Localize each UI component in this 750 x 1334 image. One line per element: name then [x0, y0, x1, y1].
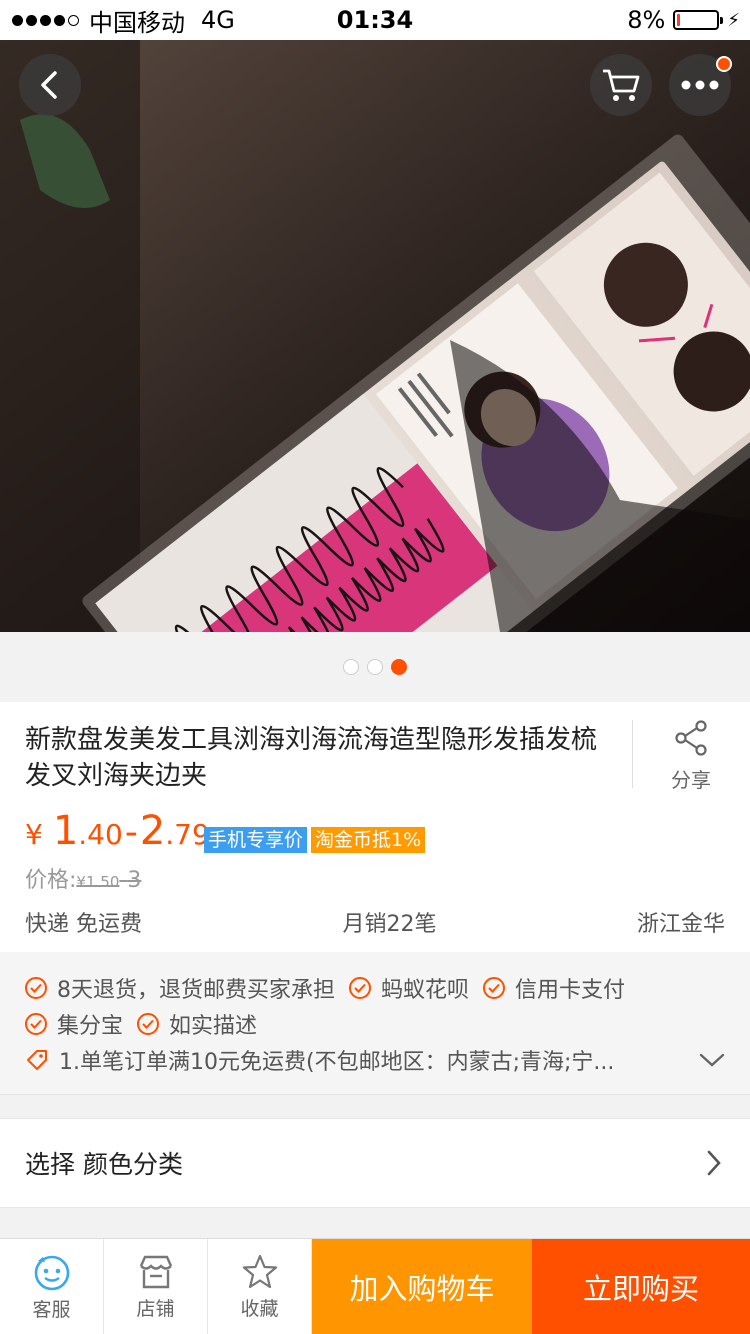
service-jifenbao-label: 集分宝 — [57, 1014, 124, 1039]
original-price-high: 3 — [127, 868, 142, 893]
battery-percent: 8% — [627, 6, 666, 34]
bottom-action-bar: 客服 店铺 收藏 加入购物车 立即购买 — [0, 1238, 750, 1334]
spec-selector[interactable]: 选择 颜色分类 — [0, 1118, 750, 1208]
currency-symbol: ¥ — [25, 818, 43, 851]
battery-indicator: 8% ⚡ — [627, 6, 740, 34]
service-credit-card-label: 信用卡支付 — [515, 978, 626, 1003]
original-price: 价格:¥1.50-3 — [25, 862, 141, 894]
service-item: 集分宝 — [25, 1008, 123, 1040]
taojinbi-tag: 淘金币抵1% — [311, 827, 426, 853]
service-item: 8天退货，退货邮费买家承担 — [25, 972, 335, 1004]
service-item: 如实描述 — [137, 1008, 257, 1040]
monthly-sales: 月销22笔 — [342, 912, 437, 937]
product-image-gallery[interactable] — [0, 40, 750, 632]
price-low-decimal: .40 — [78, 818, 123, 851]
price-low-integer: 1 — [52, 808, 79, 854]
back-arrow-icon — [41, 71, 57, 99]
add-to-cart-button[interactable]: 加入购物车 — [312, 1239, 532, 1334]
service-return-label: 8天退货，退货邮费买家承担 — [57, 978, 335, 1003]
product-photo — [0, 40, 750, 632]
check-circle-icon — [137, 1013, 160, 1035]
check-circle-icon — [25, 977, 47, 999]
price-range: ¥ 1 .40 - 2 .79 — [25, 808, 210, 854]
image-pager — [0, 632, 750, 702]
original-price-value: ¥1.50-3 — [76, 868, 141, 893]
service-row: 8天退货，退货邮费买家承担 蚂蚁花呗 信用卡支付 — [25, 972, 639, 1004]
service-item: 信用卡支付 — [483, 972, 625, 1004]
service-guarantees[interactable]: 8天退货，退货邮费买家承担 蚂蚁花呗 信用卡支付 集分宝 如实描述 1.单笔订单… — [0, 952, 750, 1095]
customer-service-label: 客服 — [32, 1298, 71, 1321]
service-huabei-label: 蚂蚁花呗 — [381, 978, 470, 1003]
promo-row[interactable]: 1.单笔订单满10元免运费(不包邮地区：内蒙古;青海;宁... — [25, 1044, 725, 1076]
shipping-info: 快递 免运费 — [25, 912, 142, 937]
chevron-down-icon[interactable] — [699, 1052, 725, 1068]
pager-dot[interactable] — [343, 659, 359, 675]
original-currency: ¥ — [76, 873, 86, 891]
service-face-icon — [34, 1255, 69, 1290]
share-button[interactable]: 分享 — [650, 720, 732, 793]
more-icon — [681, 80, 719, 90]
original-price-label: 价格: — [25, 868, 77, 893]
cart-button[interactable] — [590, 54, 652, 116]
shop-button[interactable]: 店铺 — [104, 1239, 208, 1334]
share-label: 分享 — [671, 768, 711, 792]
battery-icon — [673, 10, 724, 30]
favorite-button[interactable]: 收藏 — [208, 1239, 312, 1334]
status-bar: 中国移动 4G 01:34 8% ⚡ — [0, 0, 750, 40]
service-item: 蚂蚁花呗 — [349, 972, 469, 1004]
shop-icon — [139, 1255, 172, 1288]
price-separator: - — [124, 812, 138, 853]
check-circle-icon — [25, 1013, 47, 1035]
check-circle-icon — [349, 977, 371, 999]
price-high-integer: 2 — [139, 808, 166, 854]
divider — [632, 720, 633, 788]
buy-now-button[interactable]: 立即购买 — [532, 1239, 750, 1334]
favorite-label: 收藏 — [240, 1297, 279, 1320]
original-price-low: 1.50 — [85, 873, 120, 891]
ship-from-location: 浙江金华 — [636, 912, 725, 937]
shop-label: 店铺 — [136, 1297, 175, 1320]
star-icon — [242, 1254, 277, 1288]
charging-bolt-icon: ⚡ — [727, 9, 740, 31]
pager-dot[interactable] — [367, 659, 383, 675]
cart-icon — [603, 69, 640, 101]
check-circle-icon — [483, 977, 506, 999]
product-title: 新款盘发美发工具浏海刘海流海造型隐形发插发梳发叉刘海夹边夹 — [25, 725, 598, 791]
product-meta-row: 快递 免运费 月销22笔 浙江金华 — [25, 906, 725, 938]
price-tags: 手机专享价 淘金币抵1% — [204, 827, 426, 853]
share-icon — [675, 720, 707, 756]
coupon-icon — [27, 1050, 47, 1070]
mobile-price-tag: 手机专享价 — [204, 827, 308, 853]
notification-dot — [716, 56, 732, 72]
chevron-right-icon — [707, 1150, 721, 1176]
promo-text: 1.单笔订单满10元免运费(不包邮地区：内蒙古;青海;宁... — [59, 1050, 615, 1075]
pager-dot-active[interactable] — [391, 659, 407, 675]
spec-label: 选择 颜色分类 — [25, 1150, 183, 1179]
customer-service-button[interactable]: 客服 — [0, 1239, 104, 1334]
service-row: 集分宝 如实描述 — [25, 1008, 271, 1040]
service-as-described-label: 如实描述 — [169, 1014, 258, 1039]
back-button[interactable] — [19, 54, 81, 116]
product-info: 新款盘发美发工具浏海刘海流海造型隐形发插发梳发叉刘海夹边夹 分享 ¥ 1 .40… — [0, 702, 750, 952]
